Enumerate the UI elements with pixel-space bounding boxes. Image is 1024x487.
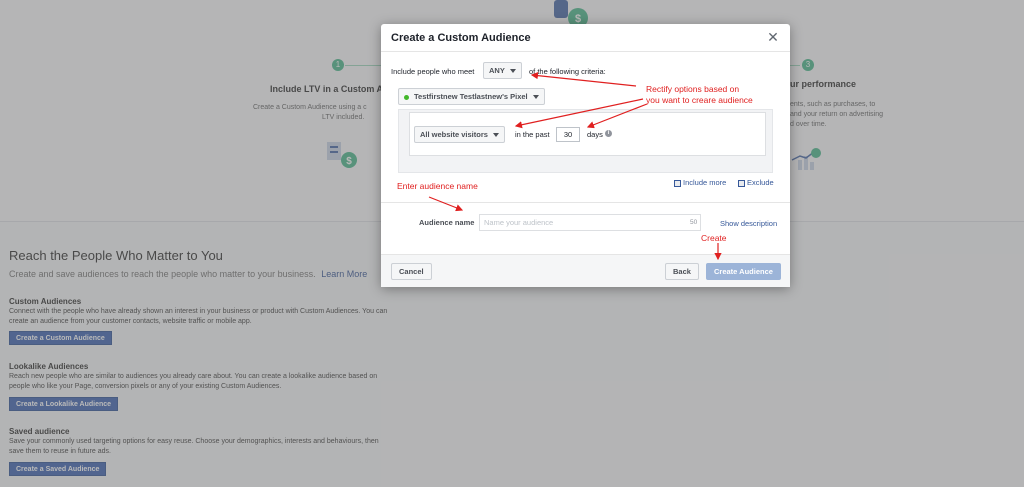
chevron-down-icon — [492, 133, 499, 138]
audience-name-input[interactable] — [479, 214, 701, 231]
criteria-any-dropdown[interactable]: ANY — [483, 62, 522, 79]
pixel-dropdown[interactable]: Testfirstnew Testlastnew's Pixel — [398, 88, 545, 105]
exclude-label: Exclude — [747, 178, 774, 187]
visitors-dropdown[interactable]: All website visitors — [414, 126, 505, 143]
exclude-link[interactable]: Exclude — [738, 178, 774, 187]
annotation-rectify-2: you want to creare audience — [646, 95, 753, 105]
dialog-header: Create a Custom Audience ✕ — [381, 24, 790, 52]
include-more-label: Include more — [683, 178, 727, 187]
back-button[interactable]: Back — [665, 263, 699, 280]
show-description-link[interactable]: Show description — [720, 219, 777, 228]
chevron-down-icon — [509, 69, 516, 74]
chevron-down-icon — [532, 95, 539, 100]
create-audience-button[interactable]: Create Audience — [706, 263, 781, 280]
days-label: days — [587, 130, 603, 139]
dialog-footer: Cancel Back Create Audience — [381, 254, 790, 287]
annotation-rectify-1: Rectify options based on — [646, 84, 740, 94]
section-divider — [381, 202, 790, 203]
pixel-name: Testfirstnew Testlastnew's Pixel — [414, 92, 528, 101]
info-icon[interactable]: i — [605, 130, 612, 137]
criteria-prefix: Include people who meet — [391, 67, 475, 76]
audience-name-label: Audience name — [419, 218, 475, 227]
include-more-icon — [674, 179, 681, 187]
create-custom-audience-dialog: Create a Custom Audience ✕ Include peopl… — [381, 24, 790, 287]
visitors-value: All website visitors — [420, 130, 488, 139]
rule-box: All website visitors in the past 30 days… — [409, 112, 766, 156]
pixel-rules-area: All website visitors in the past 30 days… — [398, 109, 773, 173]
annotation-enter-name: Enter audience name — [397, 181, 478, 191]
dialog-title: Create a Custom Audience — [391, 32, 531, 44]
criteria-suffix: of the following criteria: — [529, 67, 606, 76]
annotation-create: Create — [701, 233, 727, 243]
in-the-past-label: in the past — [515, 130, 550, 139]
cancel-button[interactable]: Cancel — [391, 263, 432, 280]
days-input[interactable]: 30 — [556, 127, 580, 142]
exclude-icon — [738, 179, 745, 187]
close-icon[interactable]: ✕ — [766, 30, 780, 44]
pixel-status-dot — [404, 94, 409, 100]
criteria-any-value: ANY — [489, 66, 505, 75]
include-more-link[interactable]: Include more — [674, 178, 726, 187]
audience-name-char-count: 50 — [690, 219, 698, 226]
